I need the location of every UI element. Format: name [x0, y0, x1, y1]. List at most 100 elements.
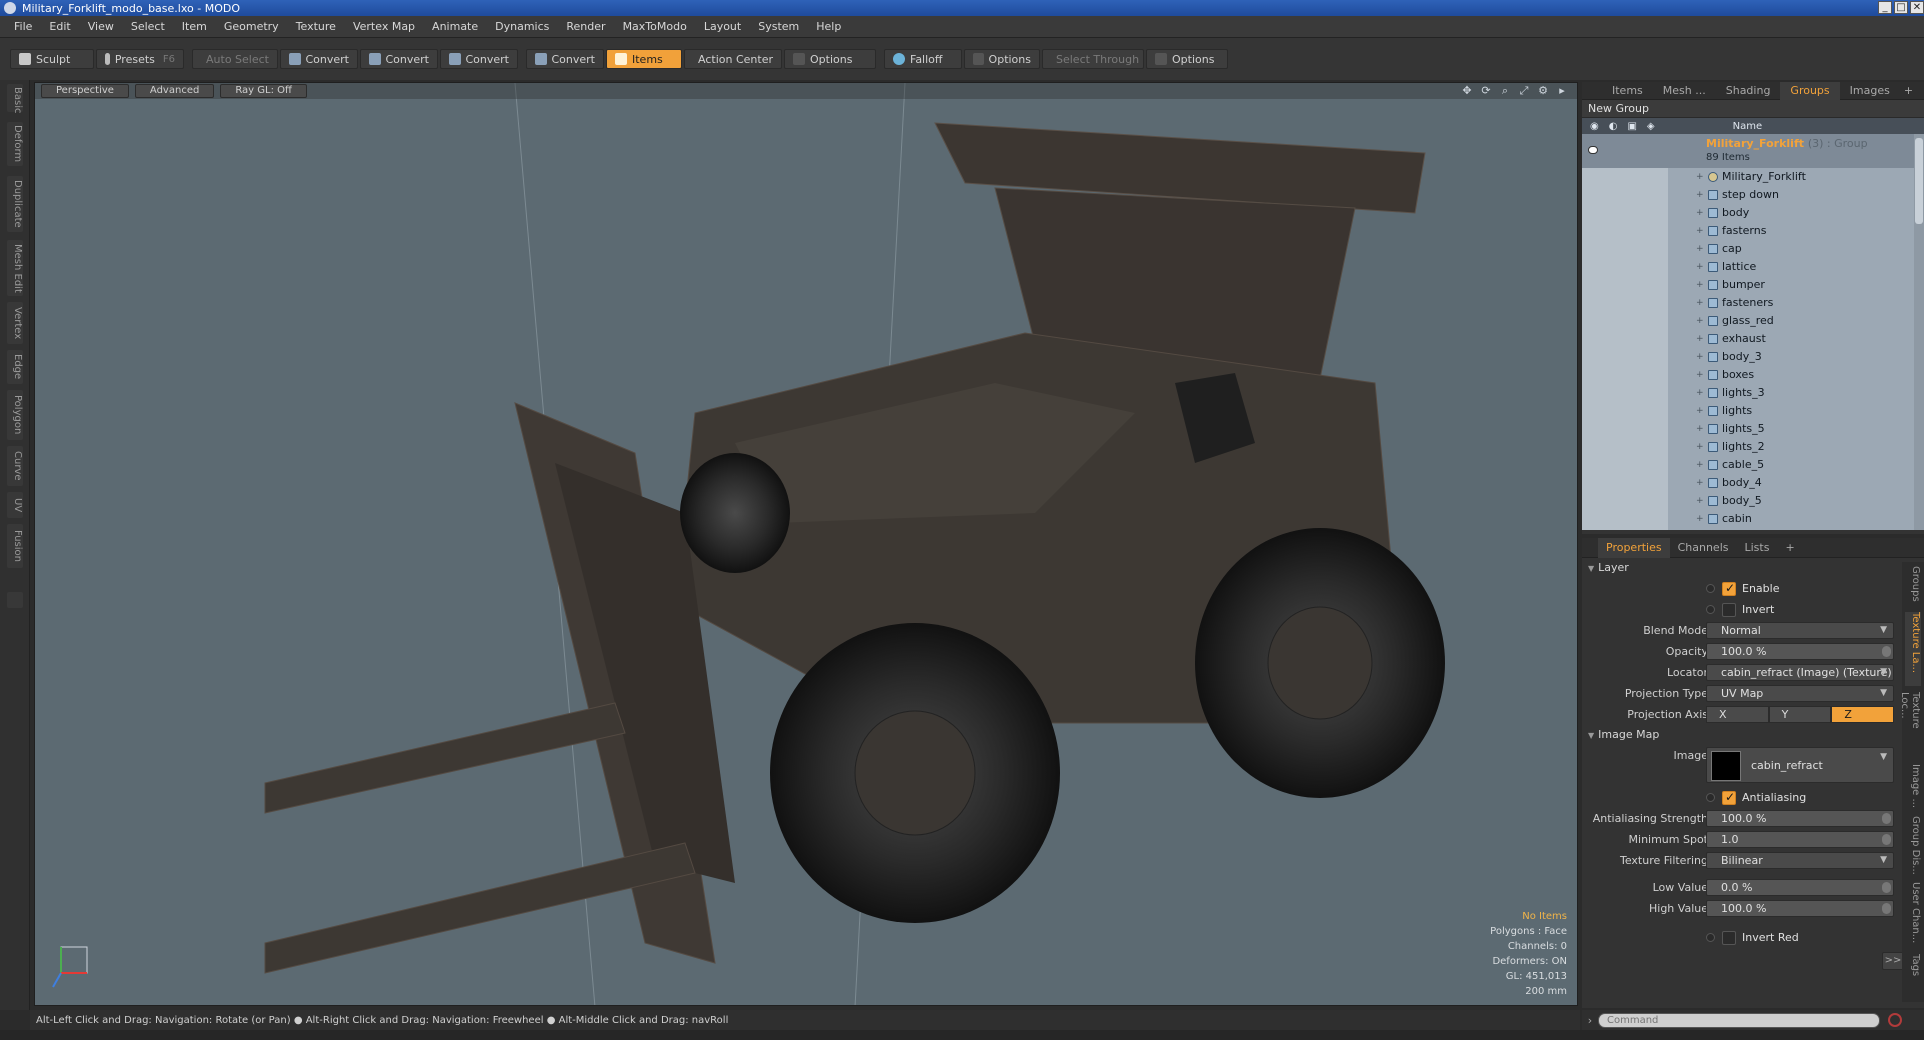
falloff-options-button[interactable]: Options [964, 49, 1040, 69]
list-item[interactable]: + cap [1582, 240, 1924, 258]
expand-icon[interactable]: + [1696, 510, 1704, 528]
tab-mesh[interactable]: Mesh ... [1653, 82, 1716, 100]
low-value-field[interactable]: 0.0 % [1706, 879, 1894, 896]
opacity-field[interactable]: 100.0 % [1706, 643, 1894, 660]
tab-vertex[interactable]: Vertex [7, 302, 23, 344]
list-item[interactable]: + lattice [1582, 258, 1924, 276]
list-item[interactable]: + Military_Forklift [1582, 168, 1924, 186]
list-item[interactable]: + bumper [1582, 276, 1924, 294]
expand-icon[interactable]: + [1696, 294, 1704, 312]
action-center-options-button[interactable]: Options [784, 49, 876, 69]
menu-select[interactable]: Select [131, 20, 165, 33]
tab-items[interactable]: Items [1602, 82, 1653, 100]
3d-viewport[interactable]: Perspective Advanced Ray GL: Off ✥ ⟳ ⌕ ⤢… [34, 82, 1578, 1006]
tab-edge[interactable]: Edge [7, 350, 23, 384]
expand-icon[interactable]: + [1696, 276, 1704, 294]
close-button[interactable]: ✕ [1910, 1, 1924, 14]
menu-vertex-map[interactable]: Vertex Map [353, 20, 415, 33]
invert-checkbox[interactable] [1722, 603, 1736, 617]
expand-icon[interactable]: + [1696, 456, 1704, 474]
expand-icon[interactable]: + [1696, 366, 1704, 384]
shading-advanced-button[interactable]: Advanced [134, 84, 215, 98]
list-item[interactable]: + glass_red [1582, 312, 1924, 330]
select-through-button[interactable]: Select Through [1042, 49, 1144, 69]
triangle-right-icon[interactable]: ▸ [1555, 84, 1569, 98]
expand-icon[interactable]: + [1696, 258, 1704, 276]
tab-images[interactable]: Images [1840, 82, 1900, 100]
convert-button-3[interactable]: Convert [440, 49, 518, 69]
presets-button[interactable]: Presets F6 [96, 49, 184, 69]
spinner-icon[interactable] [1882, 882, 1891, 893]
maximize-icon[interactable]: ⤢ [1517, 84, 1531, 98]
convert-button-1[interactable]: Convert [280, 49, 358, 69]
expand-icon[interactable]: + [1696, 204, 1704, 222]
tab-lists[interactable]: Lists [1737, 538, 1778, 558]
menu-animate[interactable]: Animate [432, 20, 478, 33]
axis-x-button[interactable]: X [1706, 706, 1769, 723]
tab-uv[interactable]: UV [7, 492, 23, 518]
tab-duplicate[interactable]: Duplicate [7, 176, 23, 232]
menu-dynamics[interactable]: Dynamics [495, 20, 549, 33]
axis-z-button[interactable]: Z [1831, 706, 1895, 723]
tab-fusion[interactable]: Fusion [7, 524, 23, 568]
blend-mode-select[interactable]: Normal ▼ [1706, 622, 1894, 639]
expand-icon[interactable]: + [1696, 492, 1704, 510]
menu-file[interactable]: File [14, 20, 32, 33]
tab-basic[interactable]: Basic [7, 84, 23, 113]
texture-filtering-select[interactable]: Bilinear ▼ [1706, 852, 1894, 869]
list-item[interactable]: + boxes [1582, 366, 1924, 384]
aa-strength-field[interactable]: 100.0 % [1706, 810, 1894, 827]
list-item[interactable]: + cabin [1582, 510, 1924, 528]
list-item[interactable]: + fasteners [1582, 294, 1924, 312]
enable-checkbox[interactable] [1722, 581, 1736, 596]
expand-icon[interactable]: + [1696, 402, 1704, 420]
projection-type-select[interactable]: UV Map ▼ [1706, 685, 1894, 702]
list-item[interactable]: + lights_3 [1582, 384, 1924, 402]
expand-icon[interactable]: + [1696, 438, 1704, 456]
list-item[interactable]: + body_4 [1582, 474, 1924, 492]
gear-icon[interactable]: ⚙ [1536, 84, 1550, 98]
side-tab-group-display[interactable]: Group Dis... [1905, 816, 1921, 876]
list-item[interactable]: + body [1582, 204, 1924, 222]
list-item[interactable]: + lights_5 [1582, 420, 1924, 438]
tab-groups[interactable]: Groups [1780, 81, 1840, 100]
tab-curve[interactable]: Curve [7, 446, 23, 486]
menu-texture[interactable]: Texture [296, 20, 336, 33]
menu-view[interactable]: View [88, 20, 114, 33]
tab-shading[interactable]: Shading [1716, 82, 1781, 100]
side-tab-texture-layer[interactable]: Texture La... [1905, 612, 1921, 686]
image-select[interactable]: cabin_refract ▼ [1706, 747, 1894, 783]
menu-edit[interactable]: Edit [49, 20, 70, 33]
record-macro-icon[interactable] [1888, 1013, 1902, 1027]
menu-item[interactable]: Item [182, 20, 207, 33]
group-list-scrollbar[interactable] [1914, 134, 1924, 530]
expand-icon[interactable]: + [1696, 474, 1704, 492]
chevron-right-icon[interactable]: › [1582, 1014, 1598, 1027]
expand-icon[interactable]: + [1696, 348, 1704, 366]
expand-icon[interactable]: + [1696, 168, 1704, 186]
list-item[interactable]: + body_5 [1582, 492, 1924, 510]
tab-properties[interactable]: Properties [1598, 537, 1670, 558]
menu-maxtomodo[interactable]: MaxToModo [623, 20, 687, 33]
rotate-icon[interactable]: ⟳ [1479, 84, 1493, 98]
tab-polygon[interactable]: Polygon [7, 390, 23, 440]
image-map-section[interactable]: ▼ Image Map [1582, 725, 1900, 745]
list-item[interactable]: + cable_5 [1582, 456, 1924, 474]
convert-button-2[interactable]: Convert [360, 49, 438, 69]
high-value-field[interactable]: 100.0 % [1706, 900, 1894, 917]
view-perspective-button[interactable]: Perspective [41, 84, 129, 98]
spinner-icon[interactable] [1882, 813, 1891, 824]
side-tab-texture-locator[interactable]: Texture Loc... [1899, 692, 1921, 758]
menu-help[interactable]: Help [816, 20, 841, 33]
tab-mesh-edit[interactable]: Mesh Edit [7, 240, 23, 296]
menu-system[interactable]: System [758, 20, 799, 33]
antialiasing-checkbox[interactable] [1722, 790, 1736, 805]
min-spot-field[interactable]: 1.0 [1706, 831, 1894, 848]
list-item[interactable]: + lights [1582, 402, 1924, 420]
action-center-button[interactable]: Action Center [684, 49, 782, 69]
menu-geometry[interactable]: Geometry [224, 20, 279, 33]
maximize-button[interactable]: □ [1894, 1, 1908, 14]
side-tab-tags[interactable]: Tags [1905, 954, 1921, 984]
side-tab-user-channels[interactable]: User Chan... [1905, 882, 1921, 946]
raygl-button[interactable]: Ray GL: Off [220, 84, 307, 98]
